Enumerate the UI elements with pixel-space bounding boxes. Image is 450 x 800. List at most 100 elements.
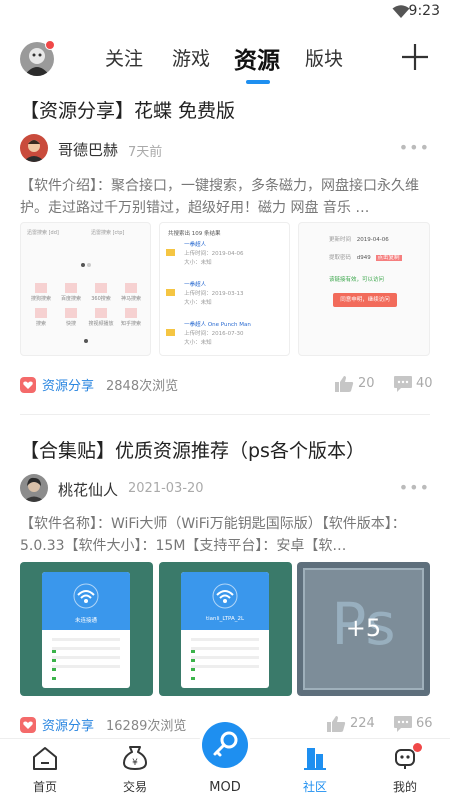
- continue-button: 同意申明，继续访问: [333, 293, 397, 307]
- active-tab-indicator: [246, 80, 270, 84]
- comment-icon[interactable]: [393, 375, 413, 393]
- folder-icon: [166, 329, 175, 336]
- mod-button[interactable]: [202, 722, 248, 768]
- post-image[interactable]: 更新时间 2019-04-06 提取密码 d949 点击复制 该链接有效，可以访…: [298, 222, 430, 356]
- more-images-count: +5: [345, 614, 382, 642]
- comment-count: 66: [416, 716, 433, 731]
- result-size: 大小：未知: [184, 340, 212, 346]
- post-footer: 资源分享 2848次浏览 20 40: [20, 375, 433, 395]
- community-buildings-icon: [304, 748, 326, 770]
- post-time: 7天前: [128, 145, 163, 160]
- notification-dot: [413, 743, 422, 752]
- key-icon: [213, 731, 238, 757]
- result-count: 共搜索出 109 条结果: [168, 231, 221, 237]
- more-options-icon[interactable]: •••: [399, 478, 430, 497]
- grid-item: 神马搜索: [116, 283, 146, 302]
- tab-follow[interactable]: 关注: [105, 44, 143, 71]
- result-size: 大小：未知: [184, 260, 212, 266]
- author-avatar-image: [20, 474, 48, 502]
- author-name[interactable]: 哥德巴赫: [58, 139, 118, 160]
- top-navigation: 关注 游戏 资源 版块: [0, 30, 450, 88]
- result-date: 上传时间：2019-03-13: [184, 291, 244, 297]
- update-value: 2019-04-06: [356, 237, 389, 243]
- more-options-icon[interactable]: •••: [399, 138, 430, 157]
- post-image[interactable]: 共搜索出 109 条结果 一拳超人 上传时间：2019-04-06 大小：未知 …: [159, 222, 290, 356]
- bottom-nav-home[interactable]: 首页: [15, 745, 75, 795]
- avatar-notification-dot: [45, 40, 55, 50]
- grid-item: 知乎搜索: [116, 308, 146, 327]
- money-bag-icon: ¥: [123, 746, 147, 770]
- resource-tag[interactable]: 资源分享: [42, 375, 94, 394]
- grid-item: 搜视频播放: [86, 308, 116, 327]
- grid-item: 快搜: [56, 308, 86, 327]
- result-size: 大小：未知: [184, 300, 212, 306]
- svg-text:¥: ¥: [132, 758, 138, 768]
- post-images: 未连接通 tianli_LTPA_2L Ps +5: [20, 562, 430, 696]
- result-title: 一拳超人 One Punch Man: [184, 322, 251, 328]
- resource-tag[interactable]: 资源分享: [42, 715, 94, 734]
- wifi-dialog: tianli_LTPA_2L: [181, 572, 269, 688]
- result-item: 一拳超人 上传时间：2019-03-13 大小：未知: [166, 281, 286, 308]
- bottom-nav-community[interactable]: 社区: [285, 745, 345, 795]
- post-divider: [20, 414, 430, 415]
- author-avatar[interactable]: [20, 474, 48, 502]
- wifi-icon: [392, 5, 410, 18]
- author-avatar[interactable]: [20, 134, 48, 162]
- post-image[interactable]: tianli_LTPA_2L: [159, 562, 292, 696]
- folder-icon: [166, 289, 175, 296]
- grid-item: 360搜索: [86, 283, 116, 302]
- tab-sections[interactable]: 版块: [305, 44, 343, 71]
- wifi-signal-icon: [73, 583, 99, 609]
- post-title[interactable]: 【资源分享】花蝶 免费版: [20, 96, 235, 123]
- bottom-nav-trade[interactable]: ¥ 交易: [105, 745, 165, 795]
- post-image[interactable]: Ps +5: [297, 562, 430, 696]
- status-time: 9:23: [408, 3, 440, 19]
- wifi-ssid: tianli_LTPA_2L: [205, 616, 245, 622]
- author-name[interactable]: 桃花仙人: [58, 479, 118, 500]
- result-item: 一拳超人 One Punch Man 上传时间：2016-07-30 大小：未知: [166, 321, 289, 348]
- folder-icon: [166, 249, 175, 256]
- author-avatar-image: [20, 134, 48, 162]
- post-excerpt: 【软件介绍】：聚合接口，一键搜索，多条磁力，网盘接口永久维护。走过路过千万别错过…: [20, 178, 419, 216]
- add-icon[interactable]: [400, 42, 430, 72]
- pager-dot: [84, 339, 88, 343]
- result-title: 一拳超人: [184, 282, 207, 288]
- home-icon: [33, 747, 57, 770]
- mod-label: MOD: [209, 780, 241, 795]
- resource-tag-icon: [20, 377, 36, 393]
- result-item: 一拳超人 上传时间：2019-04-06 大小：未知: [166, 241, 286, 268]
- comment-icon[interactable]: [393, 715, 413, 733]
- grid-item: 百度搜索: [56, 283, 86, 302]
- copy-button: 点击复制: [375, 255, 402, 261]
- like-icon[interactable]: [334, 375, 354, 393]
- tab-resources[interactable]: 资源: [234, 41, 280, 75]
- like-count: 224: [350, 716, 375, 731]
- view-count: 16289次浏览: [106, 719, 187, 734]
- post-title[interactable]: 【合集贴】优质资源推荐（ps各个版本）: [20, 436, 365, 463]
- wifi-ssid: 未连接通: [74, 618, 97, 624]
- search-label-left: 迅雷搜索 [dd]: [27, 230, 59, 236]
- post-image[interactable]: 未连接通: [20, 562, 153, 696]
- post-time: 2021-03-20: [128, 481, 204, 496]
- search-label-right: 迅雷搜索 [ctp]: [91, 230, 125, 236]
- bottom-nav-me[interactable]: 我的: [375, 743, 435, 795]
- resource-tag-icon: [20, 717, 36, 733]
- post-images: 迅雷搜索 [dd] 迅雷搜索 [ctp] 搜狗搜索 百度搜索 360搜索 神马搜…: [20, 222, 430, 356]
- tab-games[interactable]: 游戏: [172, 44, 210, 71]
- like-icon[interactable]: [326, 715, 346, 733]
- grid-item: 搜索: [26, 308, 56, 327]
- code-value: d949: [356, 255, 371, 261]
- wifi-dialog: 未连接通: [42, 572, 130, 688]
- bottom-nav-label: 我的: [392, 780, 417, 794]
- bottom-nav-label: 交易: [122, 780, 147, 794]
- code-label: 提取密码: [329, 255, 352, 261]
- search-grid: 搜狗搜索 百度搜索 360搜索 神马搜索 搜索 快搜 搜视频播放 知乎搜索: [26, 283, 146, 327]
- wifi-signal-icon: [212, 583, 238, 609]
- view-count: 2848次浏览: [106, 379, 179, 394]
- comment-count: 40: [416, 376, 433, 391]
- grid-item: 搜狗搜索: [26, 283, 56, 302]
- pager-dot: [81, 263, 85, 267]
- post-image[interactable]: 迅雷搜索 [dd] 迅雷搜索 [ctp] 搜狗搜索 百度搜索 360搜索 神马搜…: [20, 222, 151, 356]
- update-label: 更新时间: [329, 237, 352, 243]
- post-excerpt: 【软件名称】：WiFi大师（WiFi万能钥匙国际版）【软件版本】：5.0.33【…: [20, 516, 406, 554]
